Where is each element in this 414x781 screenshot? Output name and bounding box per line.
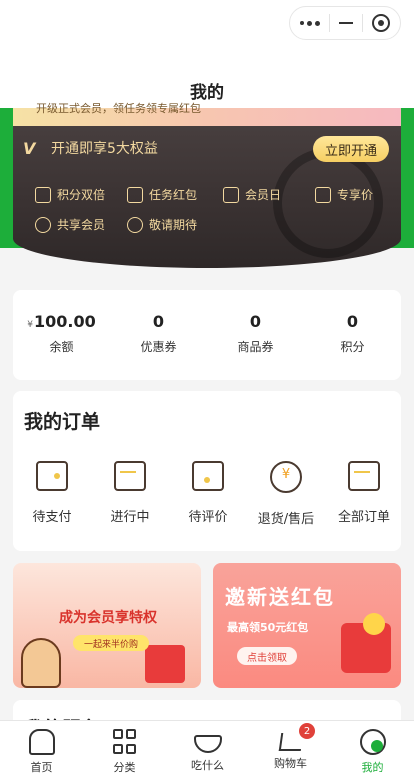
share-icon [35,216,51,233]
cart-badge: 2 [299,723,315,739]
benefit-shared-member[interactable]: 共享会员 [35,216,105,233]
stat-points[interactable]: 0 积分 [304,312,401,355]
cart-icon [278,733,303,751]
chat-icon [192,461,224,491]
order-pending-payment[interactable]: 待支付 [13,461,91,525]
vip-icon: V [23,138,36,158]
invite-promo-banner[interactable]: 邀新送红包 最高领50元红包 点击领取 [213,563,401,688]
bowl-icon [193,735,222,753]
stat-coupons[interactable]: 0 优惠券 [110,312,207,355]
close-target-icon[interactable] [372,14,390,32]
tab-bar: 首页 分类 吃什么 2 购物车 我的 [0,720,414,781]
nav-bar: 我的 [0,0,414,108]
benefit-exclusive-price[interactable]: 专享价 [315,186,373,203]
member-card[interactable]: V 开通即享5大权益 立即开通 积分双倍 任务红包 会员日 专享价 共享会员 敬… [13,108,401,268]
envelope-icon [127,186,143,203]
member-promo-banner[interactable]: 成为会员享特权 一起来半价购 [13,563,201,688]
refund-icon: ¥ [270,461,302,493]
open-membership-button[interactable]: 立即开通 [313,136,389,162]
home-icon [28,729,55,755]
benefit-points[interactable]: 积分双倍 [35,186,105,203]
tag-icon [315,186,331,203]
tab-me[interactable]: 我的 [331,729,414,775]
tab-category[interactable]: 分类 [83,729,166,775]
more-icon[interactable] [300,20,320,26]
claim-button[interactable]: 点击领取 [237,647,297,665]
order-in-progress[interactable]: 进行中 [91,461,169,525]
orders-title: 我的订单 [24,411,101,433]
benefit-member-day[interactable]: 会员日 [223,186,281,203]
clock-icon [127,216,143,233]
member-strip-text: 开级正式会员，领任务领专属红包 [36,102,201,115]
stat-product-vouchers[interactable]: 0 商品券 [207,312,304,355]
stat-balance[interactable]: ¥100.00 余额 [13,312,110,355]
orders-card: 我的订单 待支付 进行中 待评价 ¥ 退货/售后 全部订单 [13,391,401,551]
minimize-icon[interactable] [339,22,353,24]
gift-box-image [145,645,185,683]
cartoon-person-image [21,638,61,688]
order-to-review[interactable]: 待评价 [169,461,247,525]
tab-cart[interactable]: 2 购物车 [249,723,332,771]
box-icon [114,461,146,491]
order-all[interactable]: 全部订单 [325,461,403,525]
wallet-icon [36,461,68,491]
order-refund[interactable]: ¥ 退货/售后 [247,461,325,527]
coin-image [363,613,385,635]
cake-icon [223,186,239,203]
member-row-text: 开通即享5大权益 [51,141,158,157]
tab-what-to-eat[interactable]: 吃什么 [166,729,249,773]
diamond-icon [35,186,51,203]
assets-card: ¥100.00 余额 0 优惠券 0 商品券 0 积分 [13,290,401,380]
mini-program-capsule [289,6,401,40]
document-icon [348,461,380,491]
benefit-task-redpacket[interactable]: 任务红包 [127,186,197,203]
benefit-coming-soon[interactable]: 敬请期待 [127,216,197,233]
grid-icon [113,729,136,755]
tab-home[interactable]: 首页 [0,729,83,775]
me-icon [359,729,386,755]
